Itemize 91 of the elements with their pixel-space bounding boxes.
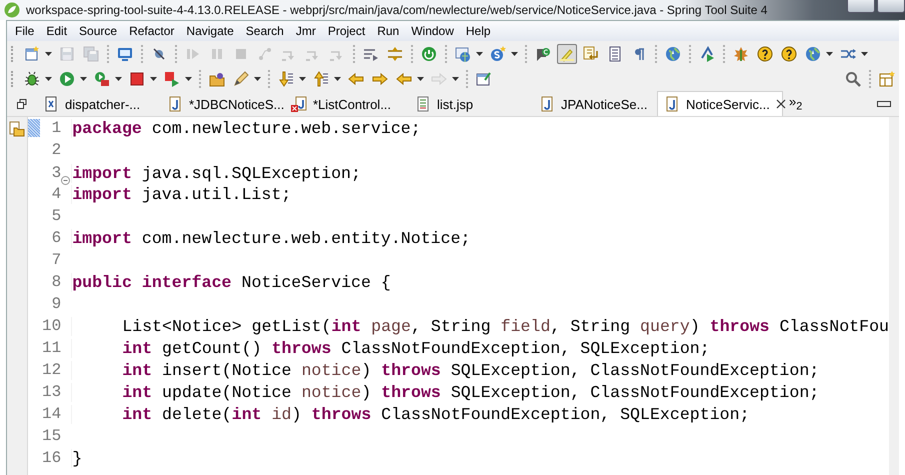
caret-icon[interactable]	[825, 50, 834, 56]
toolbar-grip	[11, 70, 16, 86]
menu-item[interactable]: File	[9, 24, 40, 38]
editor-tab[interactable]: *ListControl...	[285, 92, 409, 116]
code-line: public interface NoticeService {	[71, 272, 889, 292]
code-line: import java.sql.SQLException;	[71, 164, 889, 182]
caret-icon[interactable]	[510, 50, 519, 56]
tab-label: JPANoticeSe...	[561, 96, 648, 112]
caret-icon[interactable]	[114, 76, 123, 82]
menu-item[interactable]: Run	[371, 24, 406, 38]
s-circle-icon[interactable]	[488, 44, 508, 64]
editor-tab[interactable]: list.jsp	[409, 92, 533, 116]
tab-label: NoticeServic...	[686, 96, 770, 112]
line-number: 16	[40, 449, 62, 467]
menu-item[interactable]: Window	[405, 24, 460, 38]
line-number: 5	[50, 207, 62, 225]
tab-label: dispatcher-...	[65, 96, 140, 112]
xml-file-icon	[43, 96, 59, 112]
caret-icon[interactable]	[44, 76, 53, 82]
caret-icon[interactable]	[298, 76, 307, 82]
menu-item[interactable]: Refactor	[123, 24, 180, 38]
fold-minus-icon[interactable]	[61, 176, 72, 185]
caret-icon[interactable]	[860, 50, 869, 56]
code-line: int update(Notice notice) throws SQLException, ClassNotFoundException;	[71, 382, 889, 402]
java-file-icon	[539, 96, 555, 112]
line-number: 3	[50, 164, 62, 182]
line-number: 9	[50, 295, 62, 313]
line-number: 8	[50, 273, 62, 291]
caret-icon[interactable]	[416, 76, 425, 82]
line-number: 2	[50, 141, 62, 159]
menu-item[interactable]: Jmr	[290, 24, 322, 38]
help-icon[interactable]	[779, 44, 799, 64]
window-title: workspace-spring-tool-suite-4-4.13.0.RELEASE - webprj/src/main/java/com/newlecture/web/service/NoticeService.java - Spring Tool Suite 4	[26, 3, 768, 17]
caret-icon[interactable]	[149, 76, 158, 82]
line-number: 15	[40, 427, 62, 445]
caret-icon[interactable]	[79, 76, 88, 82]
maximize-button[interactable]	[877, 0, 905, 13]
menu-item[interactable]: Navigate	[180, 24, 240, 38]
code-line: }	[71, 448, 889, 468]
code-line: int delete(int id) throws ClassNotFoundException, SQLException;	[71, 404, 889, 424]
java-file-icon	[664, 96, 680, 112]
toolbar-grip	[11, 46, 16, 62]
caret-icon[interactable]	[475, 50, 484, 56]
more-tabs-button[interactable]: »$_{2}$	[783, 94, 808, 113]
line-number: 7	[50, 251, 62, 269]
line-number: 10	[40, 317, 62, 335]
line-number: 4	[50, 185, 62, 203]
arrow-up-lines-icon[interactable]	[311, 68, 331, 88]
code-line: import com.newlecture.web.entity.Notice;	[71, 228, 889, 248]
code-line: package com.newlecture.web.service;	[71, 118, 889, 138]
caret-icon[interactable]	[44, 50, 53, 56]
editor-tab[interactable]: NoticeServic...	[657, 91, 783, 116]
window-grid-icon[interactable]	[877, 68, 897, 88]
leaf-logo-icon	[4, 2, 20, 18]
line-number: 11	[40, 339, 62, 357]
editor-tab[interactable]: JPANoticeSe...	[533, 92, 657, 116]
clipboard-icon[interactable]	[9, 121, 26, 137]
line-number: 6	[50, 229, 62, 247]
line-number: 14	[40, 405, 62, 423]
tab-label: *ListControl...	[313, 96, 392, 112]
code-line: List<Notice> getList(int page, String field, String query) throws ClassNotFou	[71, 316, 889, 336]
menu-item[interactable]: Edit	[40, 24, 74, 38]
java-file-icon	[167, 96, 183, 112]
minimize-button[interactable]	[847, 0, 875, 13]
text-file-icon	[415, 96, 431, 112]
caret-icon[interactable]	[253, 76, 262, 82]
arrow-down-lines-icon[interactable]	[276, 68, 296, 88]
pencil-icon[interactable]	[231, 68, 251, 88]
code-line: int getCount() throws ClassNotFoundException, SQLException;	[71, 338, 889, 358]
line-number: 13	[40, 383, 62, 401]
close-icon[interactable]	[776, 99, 786, 109]
editor-tab[interactable]: dispatcher-...	[37, 92, 161, 116]
tab-label: list.jsp	[437, 96, 474, 112]
code-line: import java.util.List;	[71, 184, 889, 204]
caret-icon[interactable]	[184, 76, 193, 82]
range-marker	[28, 119, 40, 137]
editor-tab[interactable]: *JDBCNoticeS...	[161, 92, 285, 116]
code-line: int insert(Notice notice) throws SQLException, ClassNotFoundException;	[71, 360, 889, 380]
highlighter-icon[interactable]	[557, 44, 577, 64]
line-number: 1	[50, 119, 62, 137]
minimize-icon[interactable]	[877, 100, 891, 106]
help-icon[interactable]	[755, 44, 775, 64]
menu-item[interactable]: Search	[240, 24, 290, 38]
caret-icon[interactable]	[333, 76, 342, 82]
line-number: 12	[40, 361, 62, 379]
menu-item[interactable]: Project	[322, 24, 372, 38]
java-file-error-icon	[291, 96, 307, 112]
restore-icon[interactable]	[17, 99, 27, 109]
menu-item[interactable]: Help	[460, 24, 497, 38]
tab-label: *JDBCNoticeS...	[189, 96, 284, 112]
menu-item[interactable]: Source	[73, 24, 124, 38]
